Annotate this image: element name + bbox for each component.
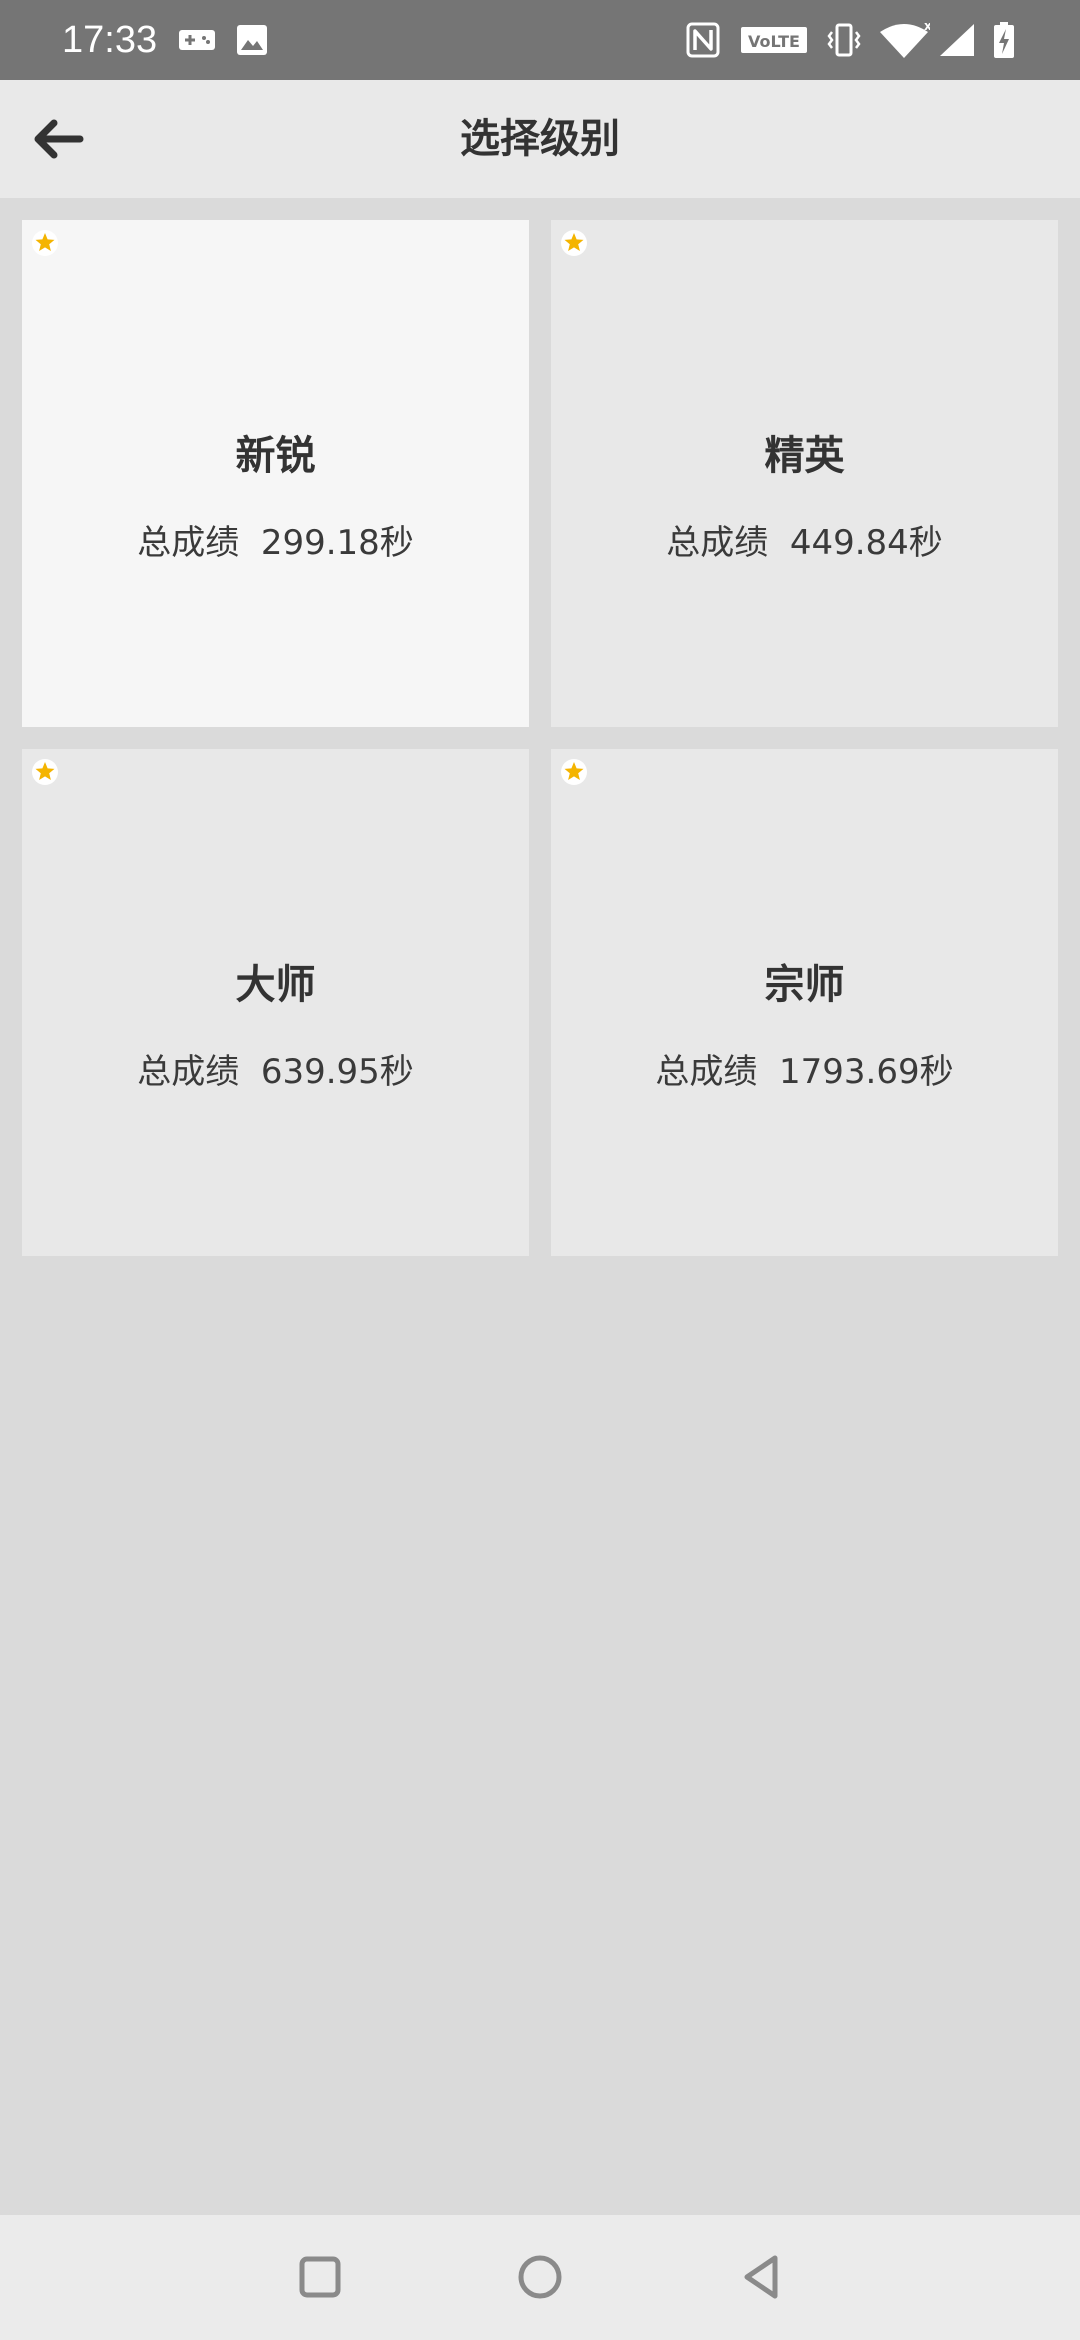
image-icon	[237, 25, 267, 55]
back-triangle-icon	[744, 2255, 778, 2299]
status-bar: 17:33 VoLTE x	[0, 0, 1080, 80]
wifi-icon: x	[880, 22, 930, 58]
home-button[interactable]	[510, 2247, 570, 2307]
level-score: 总成绩 299.18秒	[137, 523, 414, 563]
level-card-jingying[interactable]: 精英 总成绩 449.84秒	[551, 220, 1058, 727]
cell-signal-icon	[940, 24, 974, 56]
level-name: 精英	[764, 433, 845, 479]
system-nav-bar	[0, 2215, 1080, 2340]
recents-button[interactable]	[290, 2247, 350, 2307]
level-score: 总成绩 639.95秒	[137, 1052, 414, 1092]
volte-label: VoLTE	[748, 32, 800, 51]
nfc-icon	[686, 22, 720, 58]
vibrate-icon	[827, 23, 861, 57]
level-name: 新锐	[235, 433, 316, 479]
app-bar: 选择级别	[0, 80, 1080, 198]
battery-charging-icon	[994, 22, 1014, 58]
gamepad-icon	[179, 30, 215, 50]
level-card-xinrui[interactable]: 新锐 总成绩 299.18秒	[22, 220, 529, 727]
back-nav-button[interactable]	[732, 2247, 792, 2307]
recents-square-icon	[299, 2256, 341, 2298]
star-icon	[561, 759, 587, 785]
page-title: 选择级别	[460, 116, 620, 162]
level-card-zongshi[interactable]: 宗师 总成绩 1793.69秒	[551, 749, 1058, 1256]
level-score: 总成绩 449.84秒	[666, 523, 943, 563]
level-name: 宗师	[764, 962, 845, 1008]
level-score: 总成绩 1793.69秒	[655, 1052, 954, 1092]
star-icon	[561, 230, 587, 256]
status-time: 17:33	[62, 19, 158, 61]
star-icon	[32, 759, 58, 785]
home-circle-icon	[518, 2255, 562, 2299]
level-name: 大师	[235, 962, 316, 1008]
level-card-dashi[interactable]: 大师 总成绩 639.95秒	[22, 749, 529, 1256]
star-icon	[32, 230, 58, 256]
volte-icon: VoLTE	[741, 27, 807, 53]
svg-text:x: x	[924, 22, 930, 33]
